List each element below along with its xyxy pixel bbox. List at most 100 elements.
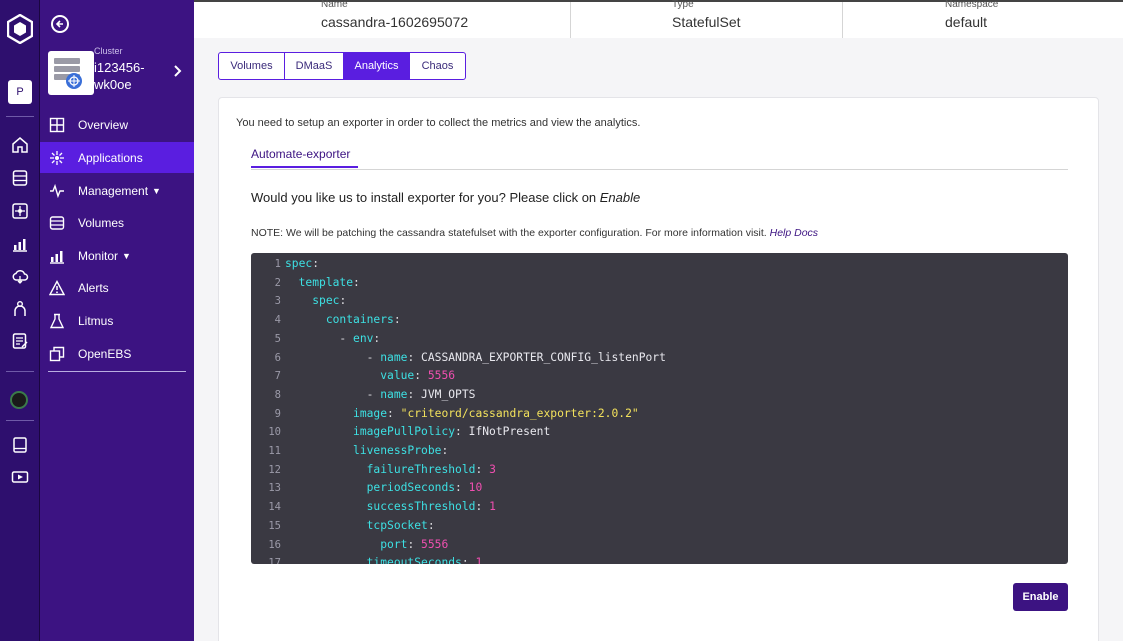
- code-separator: :: [373, 331, 381, 345]
- chevron-right-icon[interactable]: [172, 64, 184, 78]
- openebs-icon: [48, 345, 66, 363]
- cluster-server-icon: [48, 51, 94, 95]
- code-separator: :: [475, 500, 490, 514]
- sidebar-item-applications[interactable]: Applications: [40, 142, 194, 173]
- docs-icon[interactable]: [10, 435, 30, 455]
- cluster-label: Cluster: [94, 46, 123, 56]
- code-key: name: [380, 387, 408, 401]
- code-separator: :: [312, 257, 320, 270]
- cloud-icon[interactable]: [10, 266, 30, 286]
- code-key: livenessProbe: [353, 444, 442, 457]
- line-number: 2: [274, 276, 281, 289]
- type-value: StatefulSet: [672, 14, 741, 30]
- user-avatar[interactable]: [10, 391, 28, 409]
- home-icon[interactable]: [10, 135, 30, 155]
- tab-dmaas[interactable]: DMaaS: [285, 53, 344, 79]
- tab-automate-exporter[interactable]: Automate-exporter: [251, 147, 350, 161]
- code-separator: :: [393, 313, 401, 327]
- app-logo-icon[interactable]: [6, 13, 34, 45]
- code-key: timeoutSeconds: [366, 556, 462, 564]
- sidebar-item-label: Management: [78, 183, 149, 198]
- line-number: 5: [274, 332, 281, 345]
- chevron-down-icon: ▼: [122, 250, 131, 261]
- code-line: 10 imagePullPolicy: IfNotPresent: [251, 423, 1068, 442]
- code-value: JVM_OPTS: [421, 387, 476, 401]
- app-root: P Cluster i123456-wk0oe Overview Applica…: [0, 0, 1123, 641]
- code-separator: :: [441, 444, 449, 457]
- tab-volumes[interactable]: Volumes: [219, 53, 285, 79]
- code-value: 10: [468, 481, 483, 495]
- sidebar-item-openebs[interactable]: OpenEBS: [40, 338, 194, 369]
- exporter-hint: You need to setup an exporter in order t…: [236, 117, 641, 129]
- project-initial: P: [16, 86, 24, 98]
- note-text: NOTE: We will be patching the cassandra …: [251, 227, 770, 239]
- back-arrow-icon[interactable]: [51, 15, 69, 33]
- code-separator: :: [427, 518, 435, 532]
- sidebar-item-label: Alerts: [78, 280, 109, 295]
- code-separator: :: [455, 481, 469, 495]
- code-line: 12 failureThreshold: 3: [251, 461, 1068, 480]
- sidebar-item-label: Applications: [78, 150, 143, 165]
- question-text: Would you like us to install exporter fo…: [251, 190, 600, 205]
- line-number: 17: [268, 557, 281, 564]
- help-docs-link[interactable]: Help Docs: [770, 227, 818, 239]
- code-line: 1 spec:: [251, 255, 1068, 274]
- line-number: 1: [274, 258, 281, 270]
- code-line: 17 timeoutSeconds: 1: [251, 554, 1068, 564]
- line-number: 6: [274, 351, 281, 364]
- code-separator: :: [461, 556, 476, 564]
- management-icon: [48, 182, 66, 200]
- tab-chaos[interactable]: Chaos: [410, 53, 465, 79]
- user-icon[interactable]: [10, 299, 30, 319]
- rail-divider: [6, 116, 34, 117]
- workload-tabs: Volumes DMaaS Analytics Chaos: [218, 52, 466, 80]
- sidebar-item-management[interactable]: Management ▼: [40, 175, 194, 206]
- dashboard-icon[interactable]: [10, 168, 30, 188]
- sidebar-item-monitor[interactable]: Monitor ▼: [40, 240, 194, 271]
- sidebar-item-label: Overview: [78, 117, 129, 132]
- code-line: 6 - name: CASSANDRA_EXPORTER_CONFIG_list…: [251, 349, 1068, 368]
- sidebar-item-litmus[interactable]: Litmus: [40, 305, 194, 336]
- sidebar-item-label: Volumes: [78, 215, 125, 230]
- rail-divider: [6, 420, 34, 421]
- line-number: 8: [274, 388, 281, 401]
- sidebar-item-alerts[interactable]: Alerts: [40, 272, 194, 303]
- video-icon[interactable]: [10, 467, 30, 487]
- line-number: 12: [268, 463, 281, 476]
- code-separator: :: [414, 369, 428, 383]
- code-key: value: [380, 369, 415, 383]
- code-value: 1: [489, 500, 496, 514]
- cluster-sidebar: Cluster i123456-wk0oe Overview Applicati…: [40, 0, 194, 641]
- analytics-icon[interactable]: [10, 234, 30, 254]
- project-switcher[interactable]: P: [8, 80, 32, 104]
- line-number: 13: [268, 482, 281, 495]
- code-separator: :: [407, 387, 422, 401]
- code-key: spec: [285, 257, 313, 270]
- line-number: 4: [274, 314, 281, 327]
- code-key: spec: [312, 294, 340, 308]
- line-number: 11: [268, 445, 281, 457]
- rail-divider: [6, 371, 34, 372]
- line-number: 15: [268, 519, 281, 532]
- tab-analytics[interactable]: Analytics: [344, 53, 410, 79]
- code-value: IfNotPresent: [468, 425, 551, 439]
- sidebar-item-overview[interactable]: Overview: [40, 109, 194, 140]
- enable-button[interactable]: Enable: [1013, 583, 1068, 611]
- sidebar-item-volumes[interactable]: Volumes: [40, 207, 194, 238]
- code-separator: :: [339, 294, 347, 308]
- yaml-code-block[interactable]: 1 spec: 2 template: 3 spec: 4 containers: 5 -…: [251, 253, 1068, 564]
- logs-icon[interactable]: [10, 331, 30, 351]
- question-emphasis: Enable: [599, 190, 641, 205]
- code-key: successThreshold: [366, 500, 476, 514]
- monitor-icon: [48, 247, 66, 265]
- namespace-value: default: [945, 14, 988, 30]
- workloads-icon[interactable]: [10, 201, 30, 221]
- code-key: tcpSocket: [366, 518, 428, 532]
- cluster-name[interactable]: i123456-wk0oe: [94, 59, 164, 93]
- code-separator: :: [387, 406, 401, 420]
- code-key: name: [380, 350, 408, 364]
